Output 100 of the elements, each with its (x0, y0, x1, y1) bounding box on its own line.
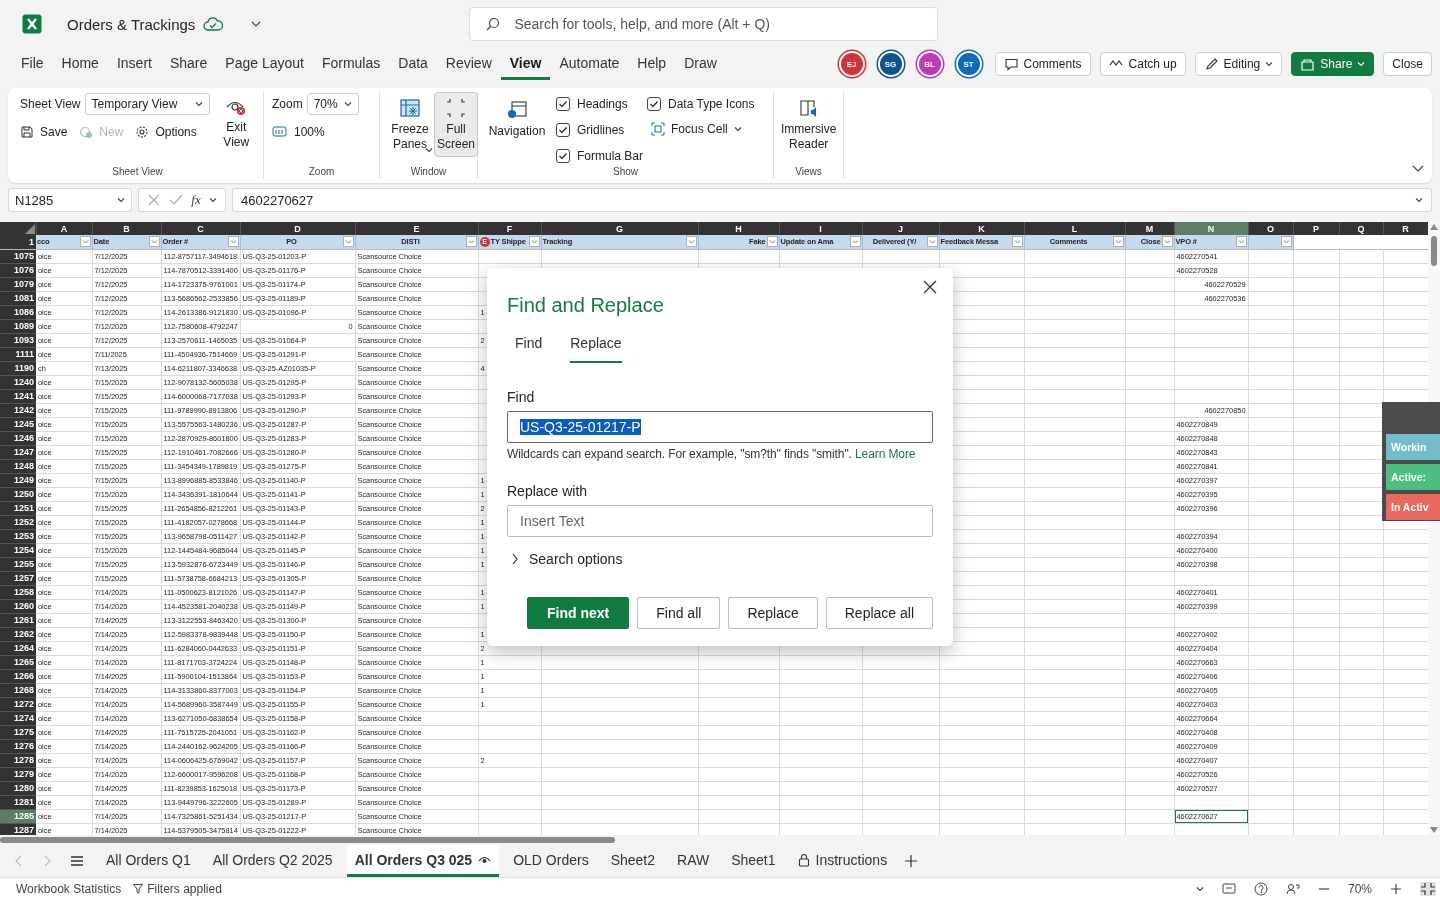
checkbox[interactable]: Data Type Icons (647, 94, 755, 114)
zoom-dropdown[interactable]: 70% (306, 93, 359, 115)
checkbox[interactable]: Headings (556, 94, 644, 114)
previous-sheet-icon[interactable] (14, 855, 24, 867)
dialog-button[interactable]: Find all (637, 597, 721, 629)
sheet-tab[interactable]: RAW (669, 845, 718, 877)
column-heading[interactable]: L (1024, 222, 1125, 235)
name-box[interactable]: N1285 (8, 188, 132, 212)
menu-tab[interactable]: Insert (107, 48, 161, 80)
filter-button[interactable] (685, 236, 697, 248)
column-heading[interactable]: E (355, 222, 478, 235)
dialog-tab[interactable]: Replace (570, 335, 622, 363)
column-heading[interactable]: G (541, 222, 698, 235)
checkbox[interactable]: Formula Bar (556, 146, 644, 166)
sheet-tab[interactable]: All Orders Q3 025 (346, 845, 500, 877)
menu-tab[interactable]: Review (436, 48, 501, 80)
column-heading[interactable]: R (1383, 222, 1428, 235)
menu-tab[interactable]: Formulas (312, 48, 390, 80)
filter-button[interactable] (766, 236, 778, 248)
sheet-tab[interactable]: Sheet1 (723, 845, 784, 877)
find-field[interactable]: US-Q3-25-01217-P (507, 411, 933, 443)
column-heading[interactable]: A (36, 222, 92, 235)
save-button[interactable]: Save (16, 123, 72, 141)
search-field[interactable]: Search for tools, help, and more (Alt + Q) (469, 7, 939, 41)
zoom-reset-button[interactable]: 100% (268, 123, 329, 141)
filter-button[interactable] (1280, 236, 1292, 248)
menu-tab[interactable]: Draw (675, 48, 726, 80)
share-button[interactable]: Share (1291, 52, 1375, 76)
column-heading[interactable]: F (478, 222, 541, 235)
search-options-button[interactable]: Search options (507, 551, 627, 567)
zoom-level[interactable]: 70% (1347, 882, 1372, 896)
add-sheet-icon[interactable] (905, 855, 918, 867)
insert-function-button[interactable]: fx (191, 192, 201, 208)
scrollbar-thumb[interactable] (1431, 236, 1437, 266)
navigation-button[interactable]: Navigation (482, 94, 552, 144)
checkbox[interactable]: Gridlines (556, 120, 644, 140)
menu-tab[interactable]: Share (160, 48, 217, 80)
menu-tab[interactable]: File (12, 48, 53, 80)
menu-tab[interactable]: Data (389, 48, 437, 80)
column-heading[interactable]: J (862, 222, 939, 235)
filter-button[interactable] (1011, 236, 1023, 248)
filter-button[interactable] (227, 236, 239, 248)
exit-full-screen-icon[interactable] (1420, 882, 1436, 896)
filter-button[interactable] (79, 236, 91, 248)
filter-button[interactable] (465, 236, 477, 248)
help-icon[interactable] (1253, 882, 1268, 896)
comments-button[interactable]: Comments (994, 52, 1091, 76)
sheet-tab[interactable]: All Orders Q1 (98, 845, 199, 877)
dialog-button[interactable]: Replace all (825, 597, 933, 629)
menu-tab[interactable]: View (500, 48, 551, 80)
menu-tab[interactable]: Home (52, 48, 108, 80)
replace-field[interactable]: Insert Text (507, 505, 933, 537)
menu-tab[interactable]: Page Layout (216, 48, 313, 80)
freeze-panes-button[interactable]: Freeze Panes (384, 92, 430, 158)
full-screen-button[interactable]: Full Screen (434, 92, 479, 157)
avatar[interactable]: BL (918, 53, 941, 75)
filter-button[interactable] (342, 236, 354, 248)
column-heading[interactable]: O (1248, 222, 1293, 235)
filter-button[interactable] (1161, 236, 1173, 248)
sheet-tab[interactable]: Instructions (789, 845, 896, 877)
column-heading[interactable]: D (240, 222, 355, 235)
filter-button[interactable] (1235, 236, 1247, 248)
options-button[interactable]: Options (131, 123, 201, 141)
filter-button[interactable] (528, 236, 540, 248)
row-number[interactable]: 1 (0, 235, 36, 249)
menu-tab[interactable]: Automate (550, 48, 629, 80)
focus-cell-button[interactable]: Focus Cell (647, 120, 755, 138)
next-sheet-icon[interactable] (42, 855, 52, 867)
column-heading[interactable]: P (1293, 222, 1339, 235)
column-heading[interactable]: N (1174, 222, 1248, 235)
column-heading[interactable]: K (939, 222, 1024, 235)
exit-view-button[interactable]: Exit View (213, 92, 259, 155)
column-heading[interactable]: Q (1339, 222, 1383, 235)
display-settings-icon[interactable] (1221, 883, 1236, 895)
sheet-tab[interactable]: All Orders Q2 2025 (204, 845, 341, 877)
collapse-ribbon-icon[interactable] (1412, 163, 1424, 173)
feedback-icon[interactable] (1285, 882, 1300, 896)
immersive-reader-button[interactable]: Immersive Reader (778, 92, 840, 157)
menu-icon[interactable] (70, 855, 84, 867)
formula-input[interactable]: 4602270627 (232, 188, 1432, 212)
column-heading[interactable]: B (92, 222, 161, 235)
find-next-button[interactable]: Find next (527, 597, 630, 629)
avatar[interactable]: EJ (840, 53, 863, 75)
column-heading[interactable]: C (161, 222, 240, 235)
dialog-button[interactable]: Replace (728, 597, 818, 629)
column-heading[interactable]: M (1125, 222, 1174, 235)
column-heading[interactable]: H (698, 222, 779, 235)
filter-button[interactable] (148, 236, 160, 248)
view-dropdown[interactable]: Temporary View (84, 93, 210, 115)
filter-status[interactable]: Filters applied (129, 882, 226, 896)
caret-icon[interactable] (251, 20, 262, 28)
column-heading[interactable]: I (779, 222, 862, 235)
editing-button[interactable]: Editing (1194, 52, 1283, 76)
filter-button[interactable] (849, 236, 861, 248)
close-icon[interactable] (923, 280, 937, 294)
filter-button[interactable] (1112, 236, 1124, 248)
dialog-tab[interactable]: Find (515, 335, 543, 363)
avatar[interactable]: ST (957, 53, 980, 75)
catch-up-button[interactable]: Catch up (1099, 52, 1186, 76)
learn-more-link[interactable]: Learn More (855, 447, 916, 461)
